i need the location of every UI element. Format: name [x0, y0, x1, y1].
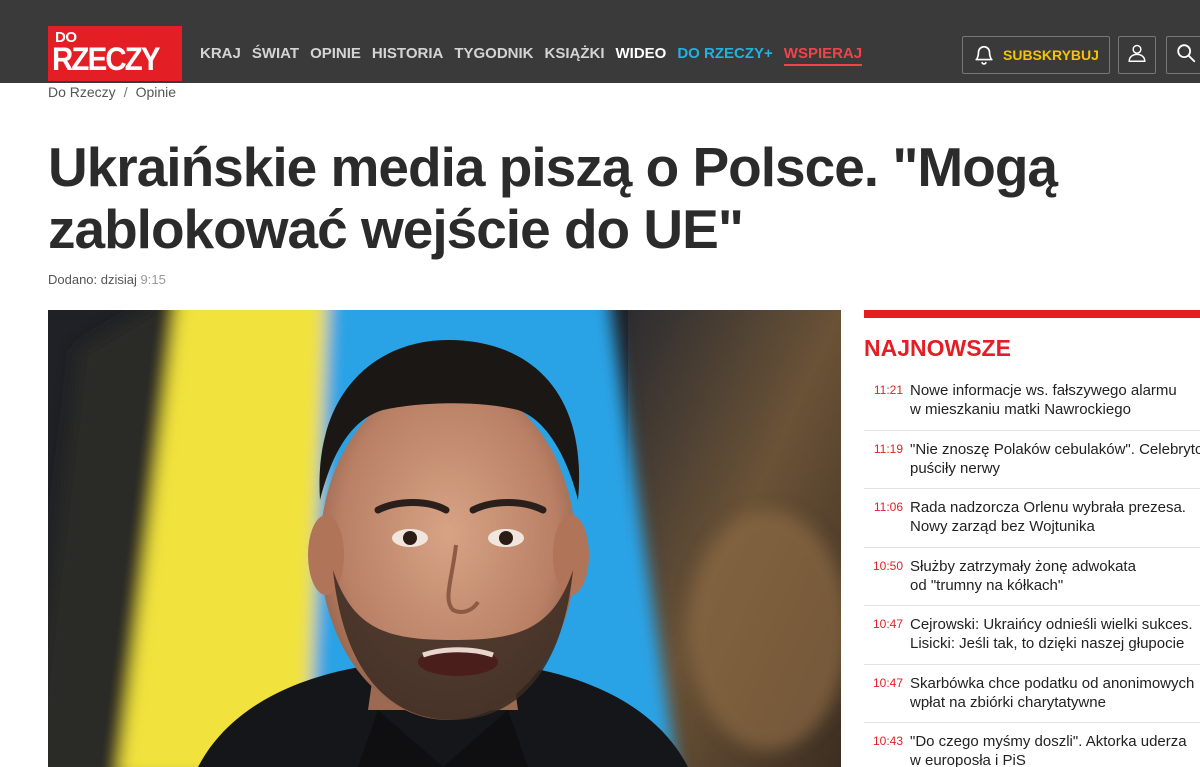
nav-item-opinie[interactable]: OPINIE: [310, 44, 361, 66]
logo-text-bottom: RZECZY: [52, 41, 161, 77]
news-headline-line1: Służby zatrzymały żonę adwokata: [910, 557, 1136, 575]
news-item[interactable]: 11:19 "Nie znoszę Polaków cebulaków". Ce…: [864, 431, 1200, 489]
news-headline-line1: Rada nadzorcza Orlenu wybrała prezesa.: [910, 499, 1186, 516]
news-headline-line2: od "trumny na kółkach": [910, 576, 1064, 594]
subscribe-label: SUBSKRYBUJ: [1003, 47, 1099, 63]
user-account-button[interactable]: [1118, 36, 1156, 74]
search-button[interactable]: [1166, 36, 1200, 74]
news-time: 10:47: [872, 675, 903, 690]
news-time: 11:19: [873, 441, 903, 456]
news-headline[interactable]: Służby zatrzymały żonę adwokata od "trumn…: [910, 557, 1136, 606]
news-headline[interactable]: Rada nadzorcza Orlenu wybrała prezesa. No…: [910, 498, 1186, 547]
breadcrumb-home[interactable]: Do Rzeczy: [48, 84, 116, 100]
added-time: 9:15: [140, 272, 166, 287]
nav-item-historia[interactable]: HISTORIA: [372, 44, 443, 66]
sidebar-heading: NAJNOWSZE: [864, 335, 1011, 361]
news-time: 10:43: [872, 734, 903, 748]
news-headline-line1: Nowe informacje ws. fałszywego alarmu: [910, 382, 1177, 399]
latest-news-list: 11:21 Nowe informacje ws. fałszywego ala…: [864, 372, 1200, 767]
subscribe-button[interactable]: SUBSKRYBUJ: [962, 36, 1110, 74]
news-item[interactable]: 11:06 Rada nadzorcza Orlenu wybrała prez…: [864, 489, 1200, 548]
news-item[interactable]: 10:47 Skarbówka chce podatku od anonimow…: [864, 665, 1200, 723]
news-time: 11:06: [873, 500, 903, 514]
news-time: 10:50: [872, 558, 903, 573]
hero-photo: [48, 310, 841, 767]
news-headline[interactable]: Nowe informacje ws. fałszywego alarmu w m…: [910, 381, 1177, 430]
article-title: Ukraińskie media piszą o Polsce. "Mogą z…: [48, 136, 1058, 260]
publication-info: Dodano: dzisiaj 9:15: [48, 272, 166, 287]
nav-item-tygodnik[interactable]: TYGODNIK: [454, 44, 533, 66]
breadcrumb-section[interactable]: Opinie: [136, 84, 176, 100]
news-headline-line2: wpłat na zbiórki charytatywne: [910, 693, 1106, 711]
news-headline-line1: "Do czego myśmy doszli". Aktorka uderza: [910, 733, 1187, 750]
news-headline-line1: Skarbówka chce podatku od anonimowych: [910, 674, 1195, 692]
nav-item-swiat[interactable]: ŚWIAT: [252, 44, 299, 66]
user-icon: [1126, 42, 1148, 69]
nav-item-wideo[interactable]: WIDEO: [616, 44, 667, 66]
news-headline[interactable]: Cejrowski: Ukraińcy odnieśli wielki sukc…: [910, 615, 1193, 664]
latest-news-sidebar: NAJNOWSZE 11:21 Nowe informacje ws. fałs…: [864, 310, 1200, 767]
news-item[interactable]: 11:21 Nowe informacje ws. fałszywego ala…: [864, 372, 1200, 431]
news-item[interactable]: 10:43 "Do czego myśmy doszli". Aktorka u…: [864, 723, 1200, 767]
news-headline-line2: w europosła i PiS: [910, 752, 1026, 767]
main-menu: KRAJ ŚWIAT OPINIE HISTORIA TYGODNIK KSIĄ…: [200, 44, 873, 66]
news-item[interactable]: 10:50 Służby zatrzymały żonę adwokata od …: [864, 548, 1200, 606]
news-headline-line2: Nowy zarząd bez Wojtunika: [910, 518, 1095, 535]
news-time: 10:47: [872, 617, 903, 631]
search-icon: [1175, 42, 1197, 69]
news-headline[interactable]: "Nie znoszę Polaków cebulaków". Celebryt…: [910, 440, 1200, 489]
breadcrumb: Do Rzeczy / Opinie: [48, 84, 176, 100]
added-label: Dodano: dzisiaj: [48, 272, 137, 287]
bell-icon: [973, 44, 995, 66]
nav-item-ksiazki[interactable]: KSIĄŻKI: [545, 44, 605, 66]
news-item[interactable]: 10:47 Cejrowski: Ukraińcy odnieśli wielk…: [864, 606, 1200, 665]
news-headline-line2: Lisicki: Jeśli tak, to dzięki naszej głu…: [910, 635, 1185, 652]
news-headline[interactable]: Skarbówka chce podatku od anonimowych wpł…: [910, 674, 1194, 723]
nav-item-kraj[interactable]: KRAJ: [200, 44, 241, 66]
news-headline-line1: Cejrowski: Ukraińcy odnieśli wielki sukc…: [910, 616, 1193, 633]
news-time: 11:21: [873, 383, 903, 397]
site-logo[interactable]: DO RZECZY: [48, 26, 182, 81]
article-hero-image[interactable]: [48, 310, 841, 767]
news-headline-line2: w mieszkaniu matki Nawrockiego: [910, 401, 1131, 418]
news-headline-line1: "Nie znoszę Polaków cebulaków". Celebryt…: [910, 440, 1200, 458]
nav-item-wspieraj[interactable]: WSPIERAJ: [783, 44, 863, 66]
sidebar-accent-bar: [864, 310, 1200, 318]
breadcrumb-separator: /: [123, 84, 128, 100]
top-navigation-bar: DO RZECZY KRAJ ŚWIAT OPINIE HISTORIA TYG…: [0, 0, 1200, 83]
news-headline[interactable]: "Do czego myśmy doszli". Aktorka uderza w…: [910, 732, 1187, 767]
news-headline-line2: puściły nerwy: [910, 459, 1001, 477]
nav-item-do-rzeczy-plus[interactable]: DO RZECZY+: [677, 44, 772, 66]
